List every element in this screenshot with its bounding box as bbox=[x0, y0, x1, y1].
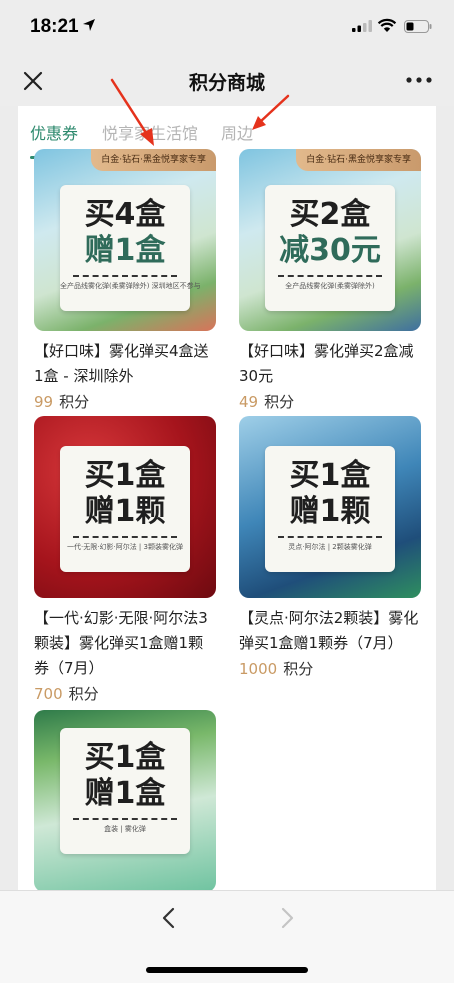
product-image: 买1盒 赠1盒 盒装 | 雾化弹 bbox=[34, 710, 216, 890]
ticket-note: 全产品线雾化弹(柔雾弹除外) bbox=[285, 282, 375, 290]
coupon-ticket: 买2盒 减30元 全产品线雾化弹(柔雾弹除外) bbox=[265, 185, 395, 311]
points-unit: 积分 bbox=[283, 660, 314, 678]
nav-bar: 积分商城 bbox=[0, 56, 454, 106]
promo-line-2: 减30元 bbox=[279, 233, 381, 268]
promo-line-1: 买1盒 bbox=[84, 458, 166, 493]
ticket-note: 一代·无限·幻影·阿尔法 | 3颗装雾化弹 bbox=[67, 543, 183, 551]
annotation-arrow-icon bbox=[252, 94, 290, 130]
promo-line-2: 赠1颗 bbox=[289, 494, 371, 529]
product-image: 买1盒 赠1颗 一代·无限·幻影·阿尔法 | 3颗装雾化弹 bbox=[34, 416, 216, 598]
promo-line-1: 买1盒 bbox=[84, 740, 166, 775]
more-icon[interactable] bbox=[402, 70, 436, 90]
product-card[interactable]: 买1盒 赠1盒 盒装 | 雾化弹 bbox=[34, 710, 216, 890]
product-image: 白金·钻石·黑金悦享家专享 买4盒 赠1盒 全产品线雾化弹(柔雾弹除外) 深圳地… bbox=[34, 149, 216, 331]
product-points: 1000 积分 bbox=[239, 658, 421, 680]
points-value: 1000 bbox=[239, 660, 278, 678]
product-card[interactable]: 买1盒 赠1颗 灵点·阿尔法 | 2颗装雾化弹 【灵点·阿尔法2颗装】雾化弹买1… bbox=[239, 416, 421, 680]
product-card[interactable]: 白金·钻石·黑金悦享家专享 买4盒 赠1盒 全产品线雾化弹(柔雾弹除外) 深圳地… bbox=[34, 149, 216, 413]
wifi-icon bbox=[377, 18, 397, 32]
ticket-divider bbox=[73, 536, 177, 538]
promo-line-1: 买2盒 bbox=[289, 197, 371, 232]
points-value: 49 bbox=[239, 393, 259, 411]
product-image: 买1盒 赠1颗 灵点·阿尔法 | 2颗装雾化弹 bbox=[239, 416, 421, 598]
coupon-ticket: 买1盒 赠1盒 盒装 | 雾化弹 bbox=[60, 728, 190, 854]
promo-line-2: 赠1盒 bbox=[84, 233, 166, 268]
product-points: 99 积分 bbox=[34, 391, 216, 413]
bottom-toolbar bbox=[0, 890, 454, 983]
product-card[interactable]: 白金·钻石·黑金悦享家专享 买2盒 减30元 全产品线雾化弹(柔雾弹除外) 【好… bbox=[239, 149, 421, 413]
product-title: 【灵点·阿尔法2颗装】雾化弹买1盒赠1颗券（7月） bbox=[239, 609, 419, 652]
status-time: 18:21 bbox=[30, 16, 79, 37]
tier-ribbon: 白金·钻石·黑金悦享家专享 bbox=[91, 149, 216, 171]
ticket-divider bbox=[278, 536, 382, 538]
tab-bar: 优惠券 悦享家生活馆 周边 bbox=[18, 120, 436, 159]
ticket-note: 盒装 | 雾化弹 bbox=[104, 825, 146, 833]
ticket-note: 全产品线雾化弹(柔雾弹除外) 深圳地区不参与 bbox=[60, 282, 201, 290]
promo-line-2: 赠1盒 bbox=[84, 776, 166, 811]
points-unit: 积分 bbox=[59, 393, 90, 411]
coupon-ticket: 买4盒 赠1盒 全产品线雾化弹(柔雾弹除外) 深圳地区不参与 bbox=[60, 185, 201, 311]
chevron-left-icon[interactable] bbox=[158, 907, 180, 929]
ticket-divider bbox=[73, 818, 177, 820]
chevron-right-icon[interactable] bbox=[276, 907, 298, 929]
ticket-note: 灵点·阿尔法 | 2颗装雾化弹 bbox=[288, 543, 372, 551]
ticket-divider bbox=[73, 275, 177, 277]
product-card[interactable]: 买1盒 赠1颗 一代·无限·幻影·阿尔法 | 3颗装雾化弹 【一代·幻影·无限·… bbox=[34, 416, 216, 705]
product-title: 【好口味】雾化弹买2盒减30元 bbox=[239, 342, 414, 385]
cellular-signal-icon bbox=[352, 20, 372, 32]
main-content: 优惠券 悦享家生活馆 周边 白金·钻石·黑金悦享家专享 买4盒 赠1盒 全产品线… bbox=[18, 106, 436, 890]
location-arrow-icon bbox=[83, 19, 95, 31]
tab-coupons[interactable]: 优惠券 bbox=[30, 120, 78, 144]
points-value: 700 bbox=[34, 685, 63, 703]
product-points: 49 积分 bbox=[239, 391, 421, 413]
product-title: 【好口味】雾化弹买4盒送1盒 - 深圳除外 bbox=[34, 342, 209, 385]
product-image: 白金·钻石·黑金悦享家专享 买2盒 减30元 全产品线雾化弹(柔雾弹除外) bbox=[239, 149, 421, 331]
status-bar: 18:21 bbox=[0, 0, 454, 56]
promo-line-1: 买1盒 bbox=[289, 458, 371, 493]
home-indicator bbox=[146, 967, 308, 973]
product-title: 【一代·幻影·无限·阿尔法3颗装】雾化弹买1盒赠1颗券（7月） bbox=[34, 609, 208, 677]
points-unit: 积分 bbox=[68, 685, 99, 703]
points-value: 99 bbox=[34, 393, 54, 411]
ticket-divider bbox=[278, 275, 382, 277]
promo-line-1: 买4盒 bbox=[84, 197, 166, 232]
battery-icon bbox=[404, 20, 432, 33]
tier-ribbon: 白金·钻石·黑金悦享家专享 bbox=[296, 149, 421, 171]
coupon-ticket: 买1盒 赠1颗 灵点·阿尔法 | 2颗装雾化弹 bbox=[265, 446, 395, 572]
coupon-ticket: 买1盒 赠1颗 一代·无限·幻影·阿尔法 | 3颗装雾化弹 bbox=[60, 446, 190, 572]
page-title: 积分商城 bbox=[188, 72, 265, 94]
points-unit: 积分 bbox=[264, 393, 295, 411]
annotation-arrow-icon bbox=[110, 78, 154, 146]
promo-line-2: 赠1颗 bbox=[84, 494, 166, 529]
product-points: 700 积分 bbox=[34, 683, 216, 705]
